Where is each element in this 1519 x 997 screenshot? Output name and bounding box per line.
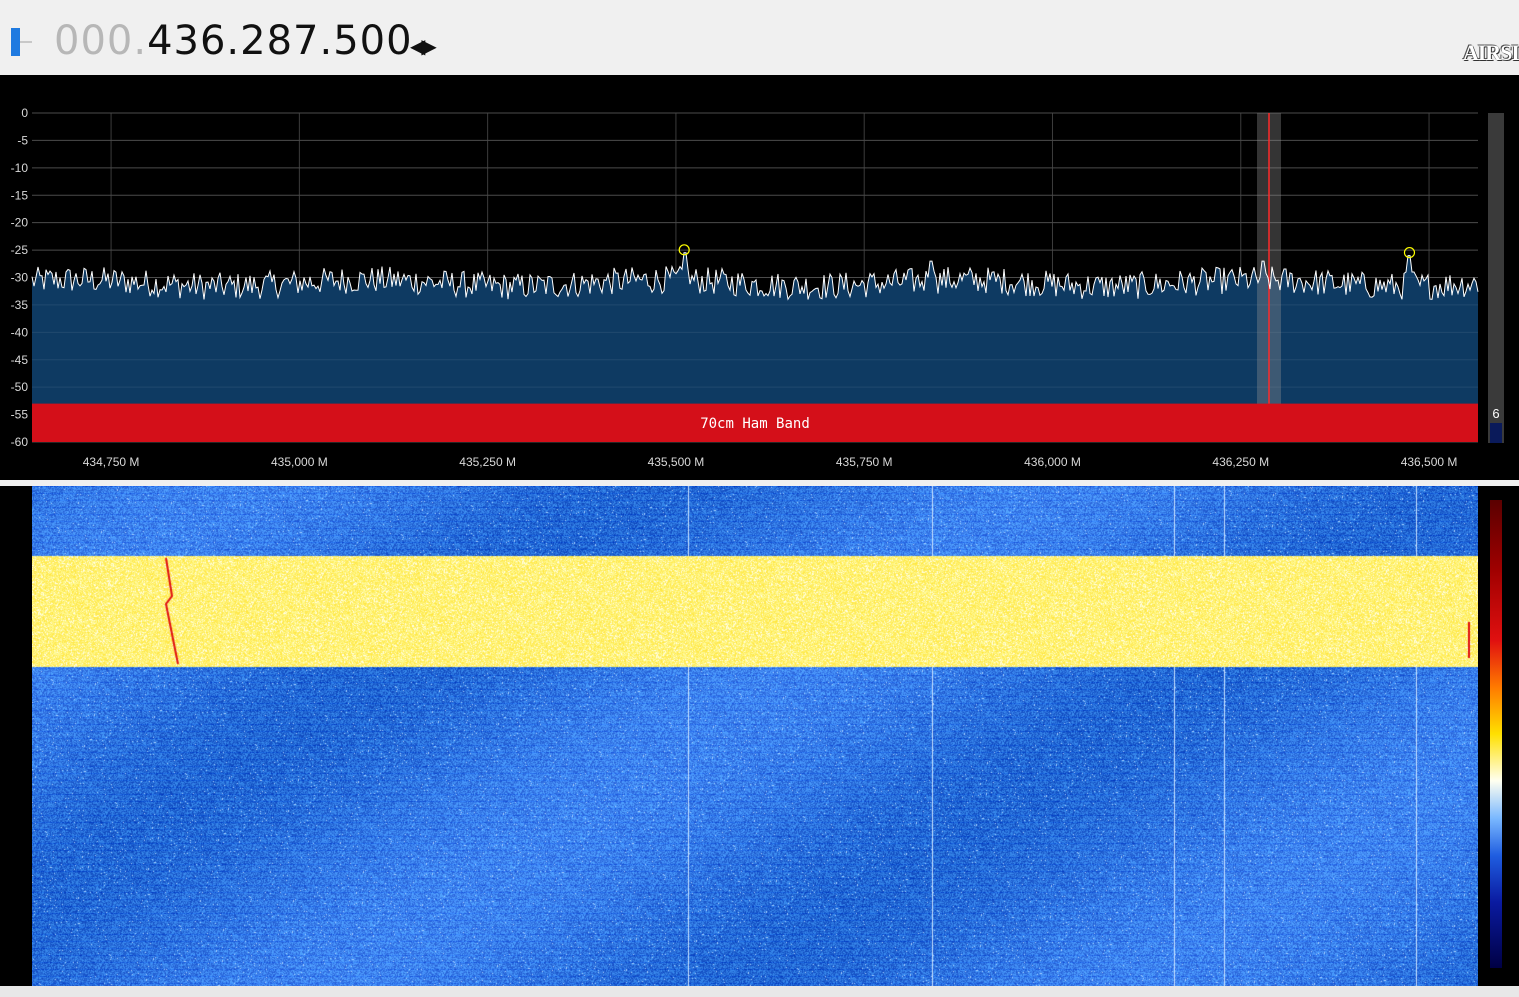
y-tick-label: -25 xyxy=(11,243,29,257)
start-stop-icon[interactable] xyxy=(8,28,32,58)
level-scrollbar-thumb[interactable] xyxy=(1490,423,1502,443)
x-axis-ticks: 434,750 M 435,000 M 435,250 M 435,500 M 435,… xyxy=(83,455,1458,469)
x-tick-label: 436,250 M xyxy=(1212,455,1269,469)
y-tick-label: -35 xyxy=(11,298,29,312)
status-bar xyxy=(0,986,1519,997)
frequency-step-arrows-icon[interactable]: ◀▶ xyxy=(410,34,437,58)
y-tick-label: -5 xyxy=(17,133,28,147)
x-tick-label: 435,000 M xyxy=(271,455,328,469)
y-tick-label: -45 xyxy=(11,353,29,367)
waterfall-color-scale[interactable] xyxy=(1490,500,1502,968)
level-scrollbar[interactable] xyxy=(1488,113,1504,443)
band-plan-label: 70cm Ham Band xyxy=(700,416,810,432)
y-tick-label: -10 xyxy=(11,161,29,175)
frequency-display[interactable]: 000.436.287.500 xyxy=(54,18,413,64)
x-tick-label: 435,250 M xyxy=(459,455,516,469)
band-plan-bar: 70cm Ham Band xyxy=(32,403,1478,442)
toolbar: 000.436.287.500 ◀▶ AIRSI xyxy=(0,0,1519,75)
waterfall-panel[interactable] xyxy=(0,486,1519,986)
x-tick-label: 435,500 M xyxy=(648,455,705,469)
play-bar-icon xyxy=(11,28,20,56)
tuner-window xyxy=(1257,113,1282,442)
frequency-leading-digits[interactable]: 000. xyxy=(54,18,147,64)
y-tick-label: -15 xyxy=(11,188,29,202)
spectrum-plot[interactable]: 70cm Ham Band 0 -5 -10 -15 -20 -25 -30 -35 -40 -4… xyxy=(0,75,1519,480)
y-tick-label: -30 xyxy=(11,271,29,285)
y-tick-label: -40 xyxy=(11,325,29,339)
waterfall-display[interactable] xyxy=(32,486,1478,986)
y-tick-label: 0 xyxy=(21,106,28,120)
x-tick-label: 436,000 M xyxy=(1024,455,1081,469)
x-tick-label: 435,750 M xyxy=(836,455,893,469)
spectrum-panel[interactable]: 70cm Ham Band 0 -5 -10 -15 -20 -25 -30 -35 -40 -4… xyxy=(0,75,1519,480)
frequency-digits[interactable]: 436.287.500 xyxy=(147,18,412,64)
airspy-logo: AIRSI xyxy=(1462,40,1519,65)
x-tick-label: 434,750 M xyxy=(83,455,140,469)
y-tick-label: -50 xyxy=(11,380,29,394)
y-tick-label: -60 xyxy=(11,435,29,449)
x-tick-label: 436,500 M xyxy=(1401,455,1458,469)
level-value: 6 xyxy=(1492,406,1499,421)
play-arm-icon xyxy=(20,41,32,43)
y-tick-label: -55 xyxy=(11,408,29,422)
y-axis-ticks: 0 -5 -10 -15 -20 -25 -30 -35 -40 -45 -50 -55 -60 xyxy=(11,106,29,449)
y-tick-label: -20 xyxy=(11,216,29,230)
